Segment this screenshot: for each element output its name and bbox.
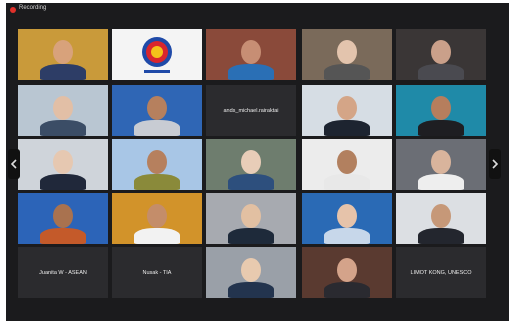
participant-video: [206, 247, 296, 298]
participant-tile[interactable]: [18, 85, 108, 136]
recording-label: Recording: [19, 5, 47, 11]
participant-tile[interactable]: [206, 139, 296, 190]
participant-tile[interactable]: ands_michael.rairaktai: [206, 85, 296, 136]
participant-tile[interactable]: [396, 139, 486, 190]
participant-tile[interactable]: [206, 29, 296, 80]
recording-dot-icon: [10, 7, 16, 13]
participant-tile[interactable]: [206, 193, 296, 244]
participant-tile[interactable]: [112, 193, 202, 244]
recording-indicator: Recording: [6, 3, 509, 17]
previous-page-button[interactable]: [8, 149, 20, 179]
participant-video: [206, 29, 296, 80]
participant-tile[interactable]: [396, 193, 486, 244]
participant-tile[interactable]: [18, 193, 108, 244]
participant-tile[interactable]: Juanita W - ASEAN: [18, 247, 108, 298]
participant-video: [302, 193, 392, 244]
participant-tile[interactable]: [18, 139, 108, 190]
participant-video: [302, 247, 392, 298]
participant-video: [396, 29, 486, 80]
participant-name: ands_michael.rairaktai: [223, 107, 279, 114]
participant-video: [206, 193, 296, 244]
asean-logo-icon: [142, 37, 172, 67]
participant-tile[interactable]: [112, 85, 202, 136]
participant-video: [18, 193, 108, 244]
participant-video: [302, 29, 392, 80]
participant-tile[interactable]: [396, 29, 486, 80]
participant-video: [18, 85, 108, 136]
participant-tile[interactable]: [302, 193, 392, 244]
participant-tile[interactable]: [396, 85, 486, 136]
participant-video: [112, 85, 202, 136]
participant-tile[interactable]: Nusak - TIA: [112, 247, 202, 298]
participant-tile[interactable]: [18, 29, 108, 80]
participant-video: [302, 139, 392, 190]
participant-video: [112, 193, 202, 244]
logo-caption-bar: [144, 70, 170, 73]
next-page-button[interactable]: [489, 149, 501, 179]
participant-name: Nusak - TIA: [142, 269, 172, 276]
participant-tile[interactable]: [302, 29, 392, 80]
chevron-left-icon: [10, 159, 17, 169]
participant-video: [18, 139, 108, 190]
participant-video: [112, 139, 202, 190]
participant-tile[interactable]: [302, 139, 392, 190]
participant-video: [18, 29, 108, 80]
participant-tile[interactable]: [112, 139, 202, 190]
meeting-window: Recording ands_michael.rairaktai Juanita …: [6, 3, 509, 321]
participant-tile[interactable]: [206, 247, 296, 298]
participant-name: Juanita W - ASEAN: [39, 269, 87, 276]
participant-tile[interactable]: [112, 29, 202, 80]
participant-video: [206, 139, 296, 190]
participant-video: [396, 193, 486, 244]
participant-video: [396, 85, 486, 136]
participant-tile[interactable]: LIMOT KONG, UNESCO: [396, 247, 486, 298]
participant-name: LIMOT KONG, UNESCO: [410, 269, 472, 276]
participant-tile[interactable]: [302, 85, 392, 136]
participant-video: [302, 85, 392, 136]
participant-video: [396, 139, 486, 190]
chevron-right-icon: [492, 159, 499, 169]
participant-tile[interactable]: [302, 247, 392, 298]
